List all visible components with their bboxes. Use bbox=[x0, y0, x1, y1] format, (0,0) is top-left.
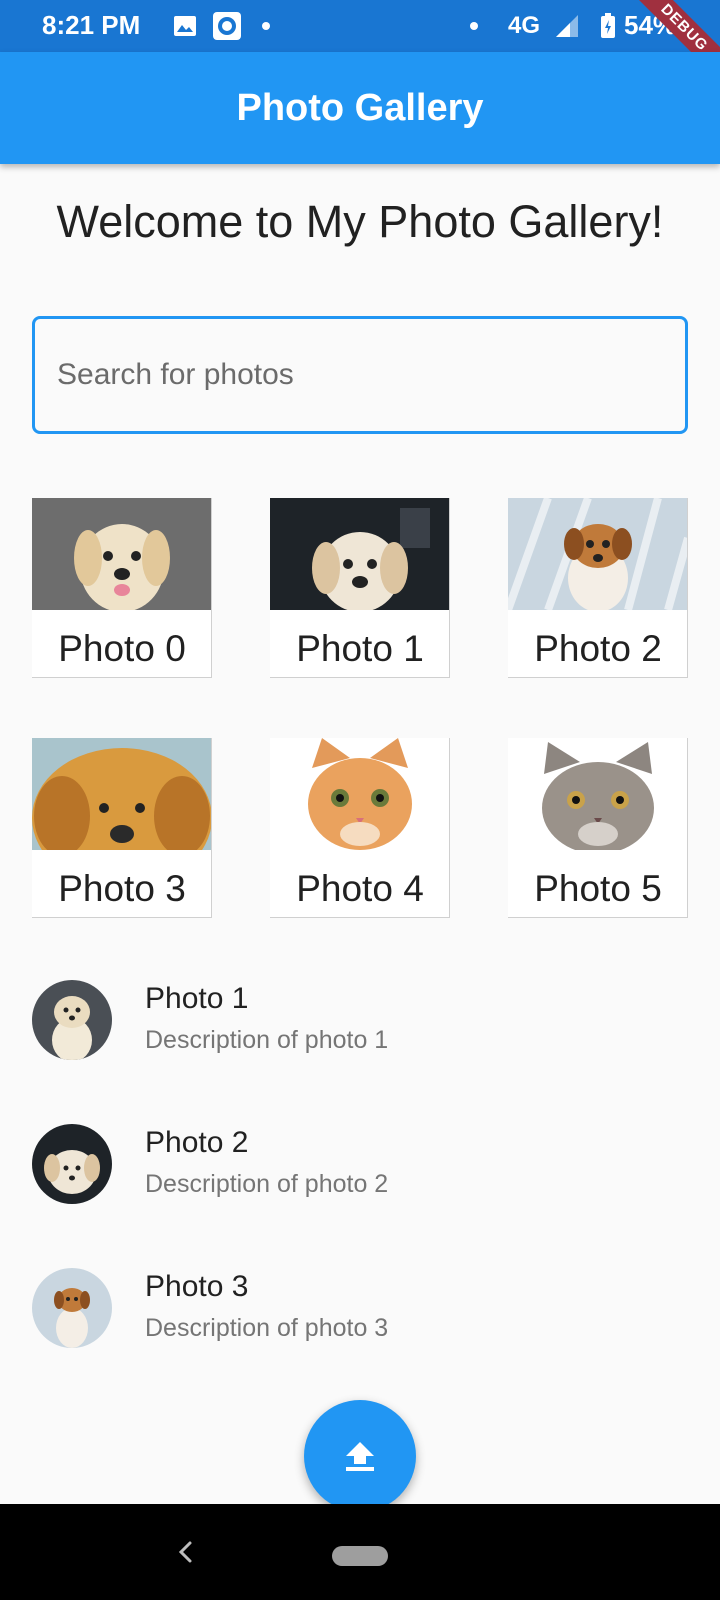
photo-card-label: Photo 3 bbox=[58, 868, 186, 909]
status-bar: 8:21 PM 4G 54% DEBUG bbox=[0, 0, 720, 86]
photo-card-label: Photo 4 bbox=[296, 868, 424, 909]
photo-card-label: Photo 1 bbox=[296, 628, 424, 669]
upload-icon bbox=[346, 1442, 374, 1471]
upload-button[interactable] bbox=[304, 1400, 416, 1512]
cast-icon bbox=[211, 12, 243, 40]
photo-card-1[interactable]: Photo 1 bbox=[270, 498, 450, 678]
list-item-title: Photo 3 bbox=[145, 1270, 249, 1303]
photo-card-label: Photo 2 bbox=[534, 628, 662, 669]
list-item-subtitle: Description of photo 1 bbox=[145, 1026, 389, 1054]
list-item-subtitle: Description of photo 3 bbox=[145, 1314, 389, 1342]
puppy-photo-thumbnail bbox=[508, 498, 687, 610]
photo-card-label: Photo 0 bbox=[58, 628, 186, 669]
signal-icon bbox=[552, 12, 584, 40]
photo-card-0[interactable]: Photo 0 bbox=[32, 498, 212, 678]
puppy-photo-thumbnail bbox=[32, 738, 211, 850]
puppy-photo-thumbnail bbox=[32, 498, 211, 610]
puppy-photo-thumbnail bbox=[270, 498, 449, 610]
back-icon[interactable] bbox=[168, 1534, 204, 1570]
status-time: 8:21 PM bbox=[42, 10, 141, 40]
battery-icon bbox=[598, 12, 618, 40]
cat-photo-thumbnail bbox=[508, 738, 687, 850]
photo-list: Photo 1 Description of photo 1 Photo 2 D… bbox=[0, 960, 720, 1392]
network-type: 4G bbox=[508, 12, 541, 39]
avatar bbox=[32, 1268, 112, 1348]
photo-grid: Photo 0 Photo 1 Photo 2 Photo 3 Photo 4 … bbox=[32, 498, 688, 918]
list-item-title: Photo 1 bbox=[145, 982, 249, 1015]
app-bar: Photo Gallery bbox=[0, 52, 720, 164]
notification-dot-icon bbox=[470, 22, 478, 30]
system-nav-bar bbox=[0, 1504, 720, 1600]
home-pill[interactable] bbox=[332, 1546, 388, 1566]
photo-card-label: Photo 5 bbox=[534, 868, 662, 909]
gallery-icon bbox=[172, 12, 198, 40]
list-item[interactable]: Photo 3 Description of photo 3 bbox=[0, 1248, 720, 1392]
list-item[interactable]: Photo 1 Description of photo 1 bbox=[0, 960, 720, 1104]
photo-card-5[interactable]: Photo 5 bbox=[508, 738, 688, 918]
photo-card-3[interactable]: Photo 3 bbox=[32, 738, 212, 918]
avatar bbox=[32, 1124, 112, 1204]
photo-card-2[interactable]: Photo 2 bbox=[508, 498, 688, 678]
list-item[interactable]: Photo 2 Description of photo 2 bbox=[0, 1104, 720, 1248]
kitten-photo-thumbnail bbox=[270, 738, 449, 850]
welcome-heading: Welcome to My Photo Gallery! bbox=[56, 196, 664, 247]
photo-card-4[interactable]: Photo 4 bbox=[270, 738, 450, 918]
search-input[interactable] bbox=[32, 316, 688, 434]
list-item-title: Photo 2 bbox=[145, 1126, 249, 1159]
list-item-subtitle: Description of photo 2 bbox=[145, 1170, 389, 1198]
app-bar-title: Photo Gallery bbox=[236, 86, 484, 129]
avatar bbox=[32, 980, 112, 1060]
notification-dot-icon bbox=[262, 22, 270, 30]
